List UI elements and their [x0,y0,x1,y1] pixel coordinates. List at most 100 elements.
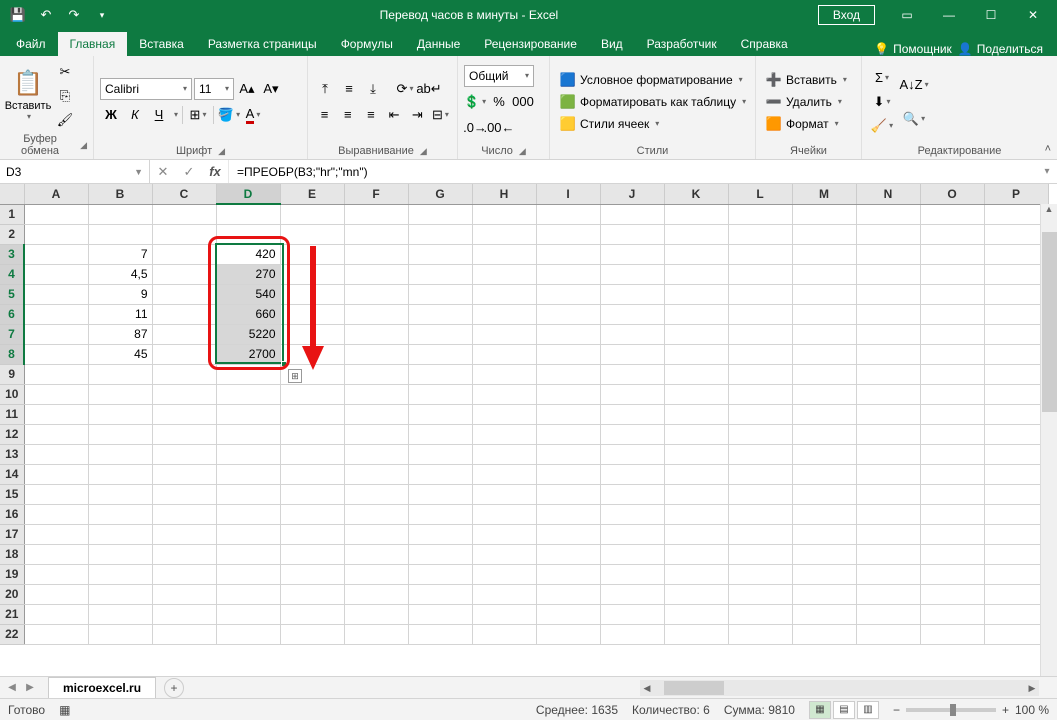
cell-B11[interactable] [88,404,152,424]
insert-cells-button[interactable]: ➕Вставить▾ [762,70,851,90]
qat-customize-icon[interactable]: ▾ [90,3,114,27]
font-name-combo[interactable]: Calibri▾ [100,78,192,100]
align-right-icon[interactable]: ≡ [360,104,381,126]
cell-I16[interactable] [536,504,600,524]
cell-J12[interactable] [600,424,664,444]
cell-O14[interactable] [920,464,984,484]
cell-B7[interactable]: 87 [88,324,152,344]
cell-F13[interactable] [344,444,408,464]
bold-icon[interactable]: Ж [100,104,122,126]
cell-P5[interactable] [984,284,1048,304]
cell-L6[interactable] [728,304,792,324]
cell-A5[interactable] [24,284,88,304]
cell-C11[interactable] [152,404,216,424]
cell-I12[interactable] [536,424,600,444]
row-header-18[interactable]: 18 [0,544,24,564]
cell-O18[interactable] [920,544,984,564]
cell-K16[interactable] [664,504,728,524]
cell-F16[interactable] [344,504,408,524]
cell-P17[interactable] [984,524,1048,544]
col-header-H[interactable]: H [472,184,536,204]
cell-M14[interactable] [792,464,856,484]
cell-D15[interactable] [216,484,280,504]
row-header-1[interactable]: 1 [0,204,24,224]
cell-O22[interactable] [920,624,984,644]
sheet-nav-next-icon[interactable]: ▶ [22,679,38,697]
cell-E13[interactable] [280,444,344,464]
cell-J18[interactable] [600,544,664,564]
cell-N11[interactable] [856,404,920,424]
cell-L8[interactable] [728,344,792,364]
cell-N1[interactable] [856,204,920,224]
cell-P16[interactable] [984,504,1048,524]
row-header-22[interactable]: 22 [0,624,24,644]
col-header-J[interactable]: J [600,184,664,204]
cell-L19[interactable] [728,564,792,584]
cell-M4[interactable] [792,264,856,284]
cell-P12[interactable] [984,424,1048,444]
cell-J6[interactable] [600,304,664,324]
vertical-scrollbar[interactable]: ▲ [1040,204,1057,676]
col-header-P[interactable]: P [984,184,1048,204]
cell-O2[interactable] [920,224,984,244]
cell-N14[interactable] [856,464,920,484]
cell-D4[interactable]: 270 [216,264,280,284]
cell-F10[interactable] [344,384,408,404]
cell-H22[interactable] [472,624,536,644]
cell-K17[interactable] [664,524,728,544]
tab-data[interactable]: Данные [405,32,472,56]
cell-D21[interactable] [216,604,280,624]
cell-O3[interactable] [920,244,984,264]
cell-P13[interactable] [984,444,1048,464]
row-header-3[interactable]: 3 [0,244,24,264]
zoom-out-icon[interactable]: − [893,703,900,717]
cell-C17[interactable] [152,524,216,544]
cell-J7[interactable] [600,324,664,344]
borders-icon[interactable]: ⊞▾ [187,104,209,126]
cell-B13[interactable] [88,444,152,464]
italic-icon[interactable]: К [124,104,146,126]
cell-O10[interactable] [920,384,984,404]
cell-J22[interactable] [600,624,664,644]
merge-icon[interactable]: ⊟▾ [430,104,451,126]
cell-J14[interactable] [600,464,664,484]
cell-K21[interactable] [664,604,728,624]
cell-K13[interactable] [664,444,728,464]
save-icon[interactable]: 💾 [6,3,30,27]
find-select-icon[interactable]: 🔍▾ [900,103,928,135]
cell-H21[interactable] [472,604,536,624]
cell-A8[interactable] [24,344,88,364]
cell-K2[interactable] [664,224,728,244]
cell-I11[interactable] [536,404,600,424]
row-header-6[interactable]: 6 [0,304,24,324]
number-launcher-icon[interactable]: ◢ [519,146,526,157]
cell-F21[interactable] [344,604,408,624]
cell-M13[interactable] [792,444,856,464]
tab-review[interactable]: Рецензирование [472,32,589,56]
cell-N18[interactable] [856,544,920,564]
cell-I3[interactable] [536,244,600,264]
cell-C22[interactable] [152,624,216,644]
col-header-F[interactable]: F [344,184,408,204]
cell-B21[interactable] [88,604,152,624]
cell-J13[interactable] [600,444,664,464]
cell-B20[interactable] [88,584,152,604]
cell-M22[interactable] [792,624,856,644]
cell-O21[interactable] [920,604,984,624]
cell-N5[interactable] [856,284,920,304]
cell-D14[interactable] [216,464,280,484]
cell-E12[interactable] [280,424,344,444]
cell-K22[interactable] [664,624,728,644]
row-header-13[interactable]: 13 [0,444,24,464]
cell-C20[interactable] [152,584,216,604]
cell-M10[interactable] [792,384,856,404]
cell-D1[interactable] [216,204,280,224]
cell-N3[interactable] [856,244,920,264]
cell-H1[interactable] [472,204,536,224]
cell-I9[interactable] [536,364,600,384]
cell-H16[interactable] [472,504,536,524]
cell-K12[interactable] [664,424,728,444]
cell-J3[interactable] [600,244,664,264]
cell-J20[interactable] [600,584,664,604]
cell-D2[interactable] [216,224,280,244]
